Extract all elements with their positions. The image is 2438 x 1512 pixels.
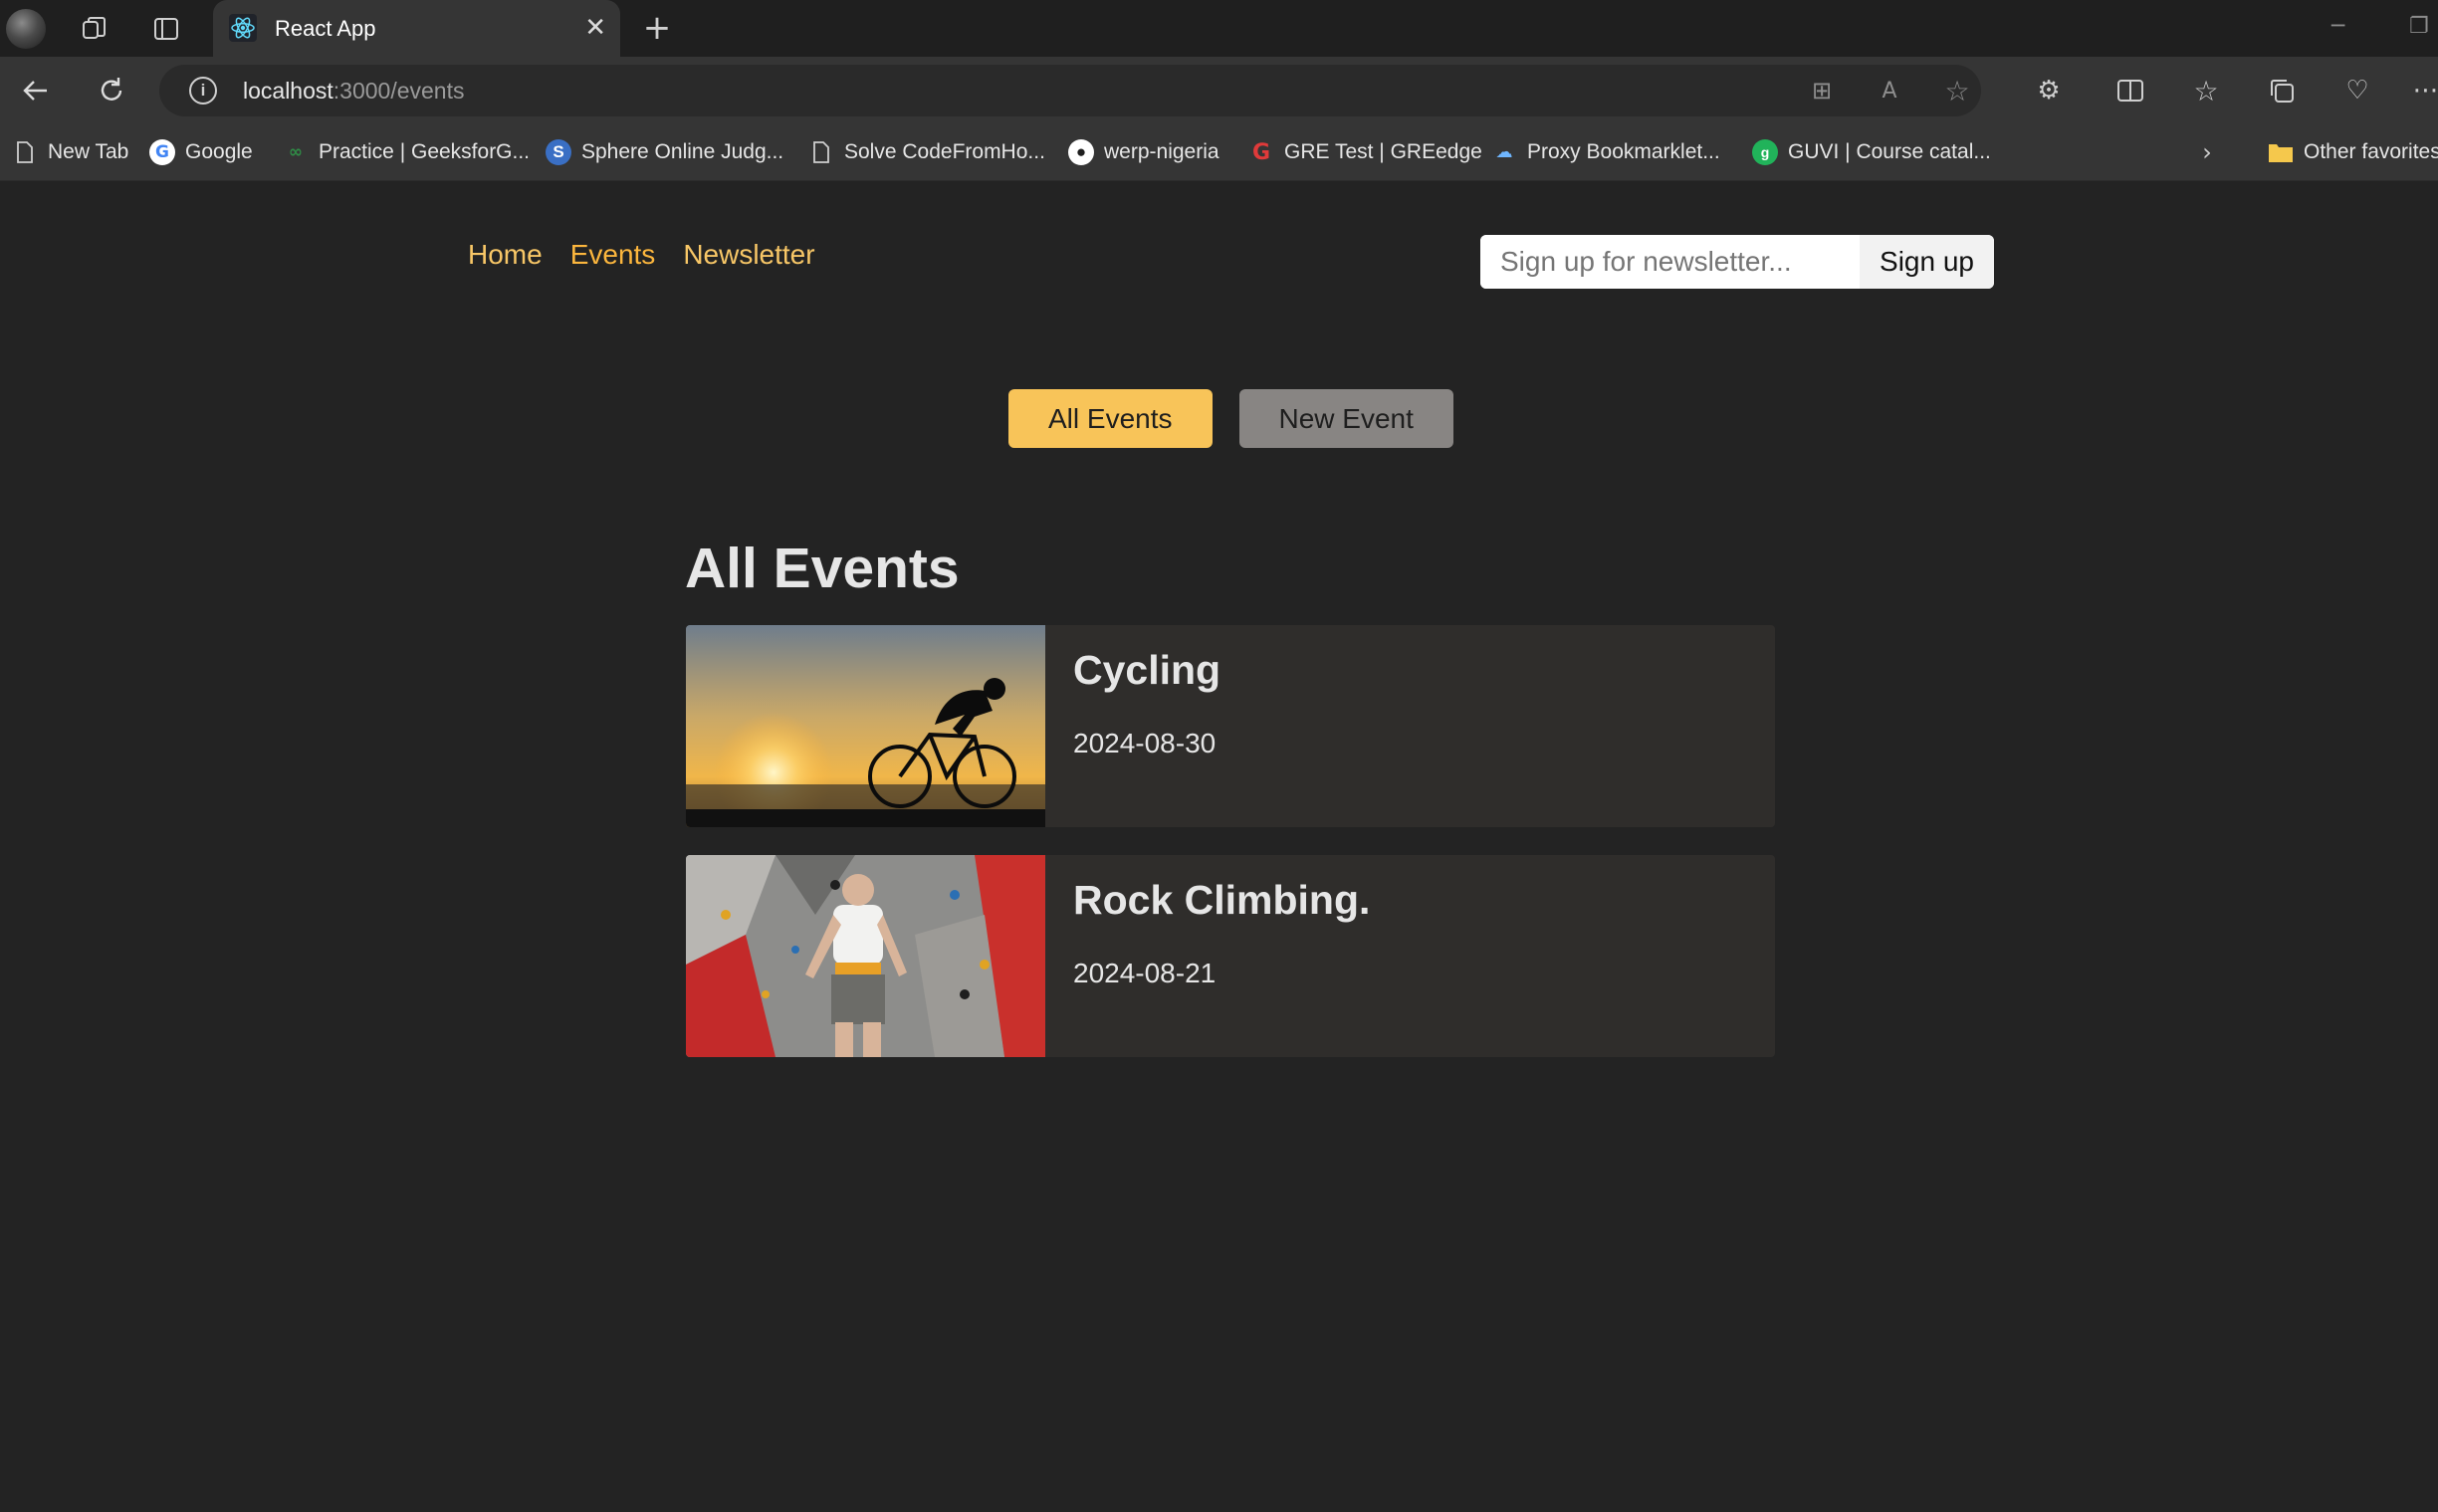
folder-icon [2268, 139, 2294, 165]
url-host: localhost [243, 78, 333, 104]
reload-icon[interactable] [92, 71, 131, 110]
bookmark-label: Proxy Bookmarklet... [1527, 140, 1720, 163]
event-date: 2024-08-21 [1073, 958, 1217, 988]
events-actions: All Events New Event [1008, 389, 1453, 448]
greedge-icon: G [1251, 139, 1271, 165]
bookmark-other-favorites[interactable]: Other favorites [2268, 137, 2438, 167]
main-nav: Home Events Newsletter [468, 239, 815, 271]
other-favorites-label: Other favorites [2304, 140, 2438, 163]
app-available-icon[interactable]: ⊞ [1806, 75, 1838, 107]
event-image-rock-climbing [686, 855, 1045, 1057]
event-title: Cycling [1073, 647, 1221, 693]
page-icon [12, 139, 38, 165]
page-title: All Events [685, 537, 960, 600]
split-screen-icon[interactable] [2112, 73, 2148, 108]
tab-actions-icon[interactable] [149, 12, 183, 46]
address-bar[interactable]: i localhost:3000/events ⊞ A ☆ [159, 65, 1981, 116]
browser-tab-bar: React App ✕ + ─ ❐ [0, 0, 2438, 57]
event-title: Rock Climbing. [1073, 877, 1371, 923]
collections-icon[interactable] [2264, 73, 2300, 108]
favorites-icon[interactable]: ☆ [2188, 73, 2224, 108]
bookmark-guvi[interactable]: g GUVI | Course catal... [1752, 137, 1991, 167]
new-tab-icon[interactable]: + [639, 8, 675, 48]
spoj-icon: S [546, 139, 571, 165]
geeksforgeeks-icon: ∞ [288, 142, 304, 162]
bookmark-label: Practice | GeeksforG... [319, 140, 531, 163]
guvi-icon: g [1752, 139, 1778, 165]
event-image-cycling [686, 625, 1045, 827]
newsletter-signup-form: Sign up [1480, 235, 1994, 289]
bookmark-werp-nigeria[interactable]: ● werp-nigeria [1068, 137, 1219, 167]
bookmark-label: Sphere Online Judg... [581, 140, 784, 163]
bookmark-greedge[interactable]: G GRE Test | GREedge [1248, 137, 1482, 167]
cloud-icon: ☁ [1495, 142, 1513, 162]
url-path: :3000/events [332, 78, 465, 104]
nav-home[interactable]: Home [468, 239, 543, 271]
back-icon[interactable] [16, 71, 56, 110]
browser-toolbar: i localhost:3000/events ⊞ A ☆ ⚙ ☆ ♡ ⋯ [0, 57, 2438, 123]
new-event-button[interactable]: New Event [1238, 389, 1453, 448]
newsletter-email-input[interactable] [1480, 235, 1860, 289]
bookmark-proxy[interactable]: ☁ Proxy Bookmarklet... [1491, 137, 1720, 167]
nav-events[interactable]: Events [570, 239, 656, 271]
nav-newsletter[interactable]: Newsletter [683, 239, 814, 271]
chevron-right-icon[interactable]: › [2192, 137, 2222, 167]
event-card[interactable]: Rock Climbing. 2024-08-21 [686, 855, 1775, 1057]
more-menu-icon[interactable]: ⋯ [2413, 73, 2438, 108]
bookmark-google[interactable]: G Google [149, 137, 253, 167]
minimize-icon[interactable]: ─ [2331, 14, 2344, 39]
bookmark-label: werp-nigeria [1104, 140, 1219, 163]
site-info-icon[interactable]: i [189, 77, 217, 105]
google-icon: G [149, 139, 175, 165]
bookmark-label: Google [185, 140, 253, 163]
close-tab-icon[interactable]: ✕ [584, 12, 606, 43]
event-list: Cycling 2024-08-30 Rock Climbing. 2024-0… [686, 625, 1775, 1085]
event-card[interactable]: Cycling 2024-08-30 [686, 625, 1775, 827]
bookmark-geeksforgeeks[interactable]: ∞ Practice | GeeksforG... [283, 137, 530, 167]
bookmark-codefromhome[interactable]: Solve CodeFromHo... [808, 137, 1045, 167]
profile-avatar[interactable] [6, 9, 46, 49]
browser-essentials-icon[interactable]: ♡ [2339, 73, 2375, 108]
extensions-icon[interactable]: ⚙ [2031, 73, 2067, 108]
all-events-button[interactable]: All Events [1008, 389, 1213, 448]
tab-title: React App [275, 16, 376, 41]
favorite-star-icon[interactable]: ☆ [1941, 75, 1973, 108]
bookmark-label: GUVI | Course catal... [1788, 140, 1991, 163]
restore-icon[interactable]: ❐ [2409, 14, 2429, 39]
bookmark-label: Solve CodeFromHo... [844, 140, 1045, 163]
bookmarks-bar: New Tab G Google ∞ Practice | GeeksforG.… [0, 123, 2438, 181]
bookmark-label: GRE Test | GREedge [1284, 140, 1482, 163]
github-icon: ● [1068, 139, 1094, 165]
read-aloud-icon[interactable]: A [1874, 75, 1905, 107]
page-icon [808, 139, 834, 165]
bookmark-new-tab[interactable]: New Tab [12, 137, 128, 167]
workspaces-icon[interactable] [78, 12, 111, 46]
tab-react-app[interactable]: React App ✕ [213, 0, 620, 57]
sign-up-button[interactable]: Sign up [1860, 235, 1994, 289]
url-text[interactable]: localhost:3000/events [243, 78, 465, 105]
event-date: 2024-08-30 [1073, 728, 1217, 758]
bookmark-label: New Tab [48, 140, 129, 163]
react-logo-icon [229, 14, 257, 42]
bookmark-spoj[interactable]: S Sphere Online Judg... [546, 137, 783, 167]
